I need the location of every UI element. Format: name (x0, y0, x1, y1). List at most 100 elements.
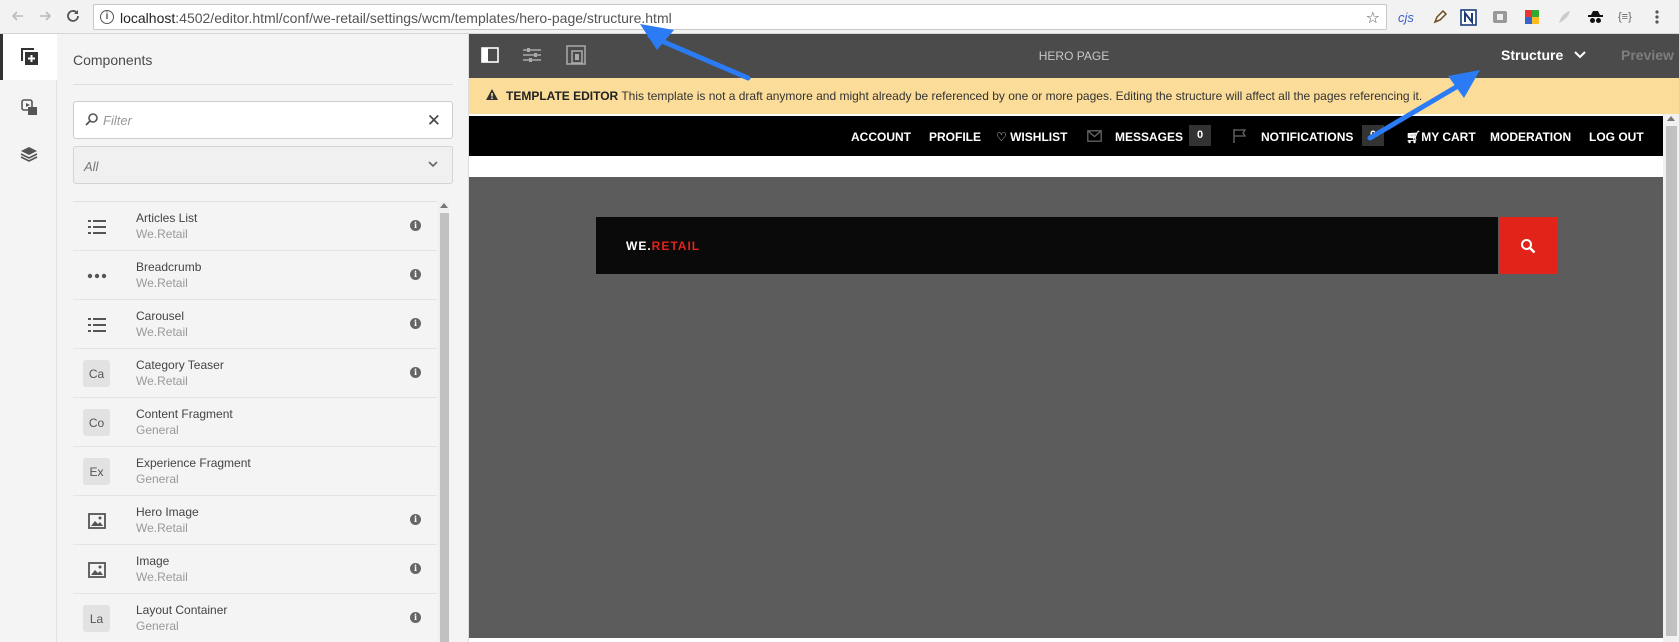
component-group: We.Retail (136, 325, 188, 339)
component-group: We.Retail (136, 276, 188, 290)
scroll-thumb[interactable] (440, 213, 449, 642)
component-name: Breadcrumb (136, 260, 202, 274)
components-panel: Components Filter ✕ All Articles List We.… (57, 34, 469, 642)
assets-tab[interactable] (0, 84, 57, 130)
mode-label: Structure (1501, 47, 1564, 63)
editor-scrollbar[interactable] (1663, 114, 1679, 642)
nav-moderation-link[interactable]: MODERATION (1490, 130, 1571, 144)
nav-messages-link[interactable]: MESSAGES (1115, 130, 1183, 144)
component-item[interactable]: Articles List We.Retail i (73, 202, 437, 251)
image-icon (83, 507, 110, 534)
site-search-button[interactable] (1499, 217, 1557, 274)
info-icon[interactable]: i (410, 269, 421, 280)
url-text: localhost:4502/editor.html/conf/we-retai… (120, 10, 672, 26)
bookmark-star-icon[interactable]: ☆ (1366, 8, 1380, 28)
puzzle-extension-icon[interactable] (1492, 7, 1508, 27)
nav-account-link[interactable]: ACCOUNT (851, 130, 911, 144)
nav-wishlist-link[interactable]: ♡ WISHLIST (996, 130, 1067, 144)
layers-icon (20, 147, 37, 162)
list-scrollbar[interactable] (438, 201, 449, 642)
component-abbr-icon: Ex (83, 458, 110, 485)
component-item[interactable]: Carousel We.Retail i (73, 300, 437, 349)
component-name: Experience Fragment (136, 456, 251, 470)
search-icon (85, 113, 98, 126)
alert-message: TEMPLATE EDITOR This template is not a d… (506, 89, 1423, 103)
mode-selector[interactable]: Structure (1501, 47, 1587, 63)
component-group: We.Retail (136, 374, 188, 388)
list-icon (83, 213, 110, 240)
component-name: Layout Container (136, 603, 228, 617)
component-item[interactable]: Co Content Fragment General (73, 398, 437, 447)
feather-extension-icon[interactable] (1556, 7, 1572, 27)
component-name: Carousel (136, 309, 185, 323)
cart-icon: 🛒︎ (1406, 130, 1422, 144)
info-icon[interactable]: i (100, 10, 114, 24)
component-item[interactable]: La Layout Container General i (73, 594, 437, 642)
component-item[interactable]: Image We.Retail i (73, 545, 437, 594)
nav-logout-link[interactable]: LOG OUT (1589, 130, 1644, 144)
component-name: Image (136, 554, 170, 568)
list-icon (83, 311, 110, 338)
forward-arrow-icon (40, 11, 52, 21)
cjs-extension-icon[interactable]: cjs (1398, 7, 1414, 27)
reload-button[interactable] (63, 6, 83, 26)
component-name: Hero Image (136, 505, 199, 519)
chevron-down-icon (428, 161, 438, 168)
scroll-up-arrow-icon[interactable] (440, 203, 448, 208)
heart-icon: ♡ (996, 130, 1007, 144)
nav-profile-link[interactable]: PROFILE (929, 130, 981, 144)
side-rail (0, 34, 57, 642)
info-icon[interactable]: i (410, 612, 421, 623)
search-icon (1521, 238, 1536, 253)
editor-toolbar: HERO PAGE Structure Preview (469, 34, 1679, 78)
component-abbr-icon: Co (83, 409, 110, 436)
pen-extension-icon[interactable] (1432, 7, 1448, 27)
spy-extension-icon[interactable] (1587, 7, 1604, 27)
template-alert: TEMPLATE EDITOR This template is not a d… (469, 78, 1679, 114)
group-select[interactable]: All (73, 146, 453, 184)
component-group: General (136, 472, 179, 486)
info-icon[interactable]: i (410, 514, 421, 525)
components-tab[interactable] (0, 34, 57, 80)
component-item[interactable]: Breadcrumb We.Retail i (73, 251, 437, 300)
component-item[interactable]: Hero Image We.Retail i (73, 496, 437, 545)
scroll-up-arrow-icon[interactable] (1667, 116, 1675, 121)
info-icon[interactable]: i (410, 220, 421, 231)
browser-menu-icon[interactable] (1655, 7, 1659, 27)
mail-icon (1087, 130, 1102, 142)
back-arrow-icon (11, 11, 23, 21)
warning-icon (486, 89, 498, 100)
json-extension-icon[interactable]: {≡} (1618, 7, 1632, 27)
component-list: Articles List We.Retail i Breadcrumb We.Reta… (73, 201, 437, 642)
component-group: We.Retail (136, 227, 188, 241)
n-extension-icon[interactable] (1460, 7, 1477, 27)
we-retail-logo[interactable]: WE.RETAIL (626, 239, 700, 253)
group-select-value: All (84, 159, 99, 174)
component-abbr-icon: La (83, 605, 110, 632)
component-item[interactable]: Ca Category Teaser We.Retail i (73, 349, 437, 398)
info-icon[interactable]: i (410, 367, 421, 378)
nav-cart-link[interactable]: 🛒︎MY CART (1406, 130, 1476, 144)
component-name: Articles List (136, 211, 198, 225)
info-icon[interactable]: i (410, 318, 421, 329)
filter-input[interactable]: Filter ✕ (73, 101, 453, 139)
scroll-thumb[interactable] (1666, 126, 1677, 636)
chevron-down-icon (1574, 51, 1586, 59)
components-icon (21, 48, 38, 65)
image-icon (83, 556, 110, 583)
component-item[interactable]: Ex Experience Fragment General (73, 447, 437, 496)
component-name: Content Fragment (136, 407, 233, 421)
address-bar[interactable]: i localhost:4502/editor.html/conf/we-ret… (93, 4, 1387, 30)
back-button[interactable] (8, 6, 28, 26)
filter-placeholder: Filter (103, 113, 132, 128)
preview-button[interactable]: Preview (1621, 47, 1674, 63)
clear-icon[interactable]: ✕ (427, 111, 441, 131)
nav-notifications-link[interactable]: NOTIFICATIONS (1261, 130, 1353, 144)
info-icon[interactable]: i (410, 563, 421, 574)
site-navigation: ACCOUNT PROFILE ♡ WISHLIST MESSAGES 0 NO… (469, 116, 1663, 156)
content-tree-tab[interactable] (0, 131, 57, 177)
component-group: General (136, 423, 179, 437)
divider (73, 84, 453, 85)
forward-button[interactable] (35, 6, 55, 26)
color-extension-icon[interactable] (1524, 7, 1540, 27)
